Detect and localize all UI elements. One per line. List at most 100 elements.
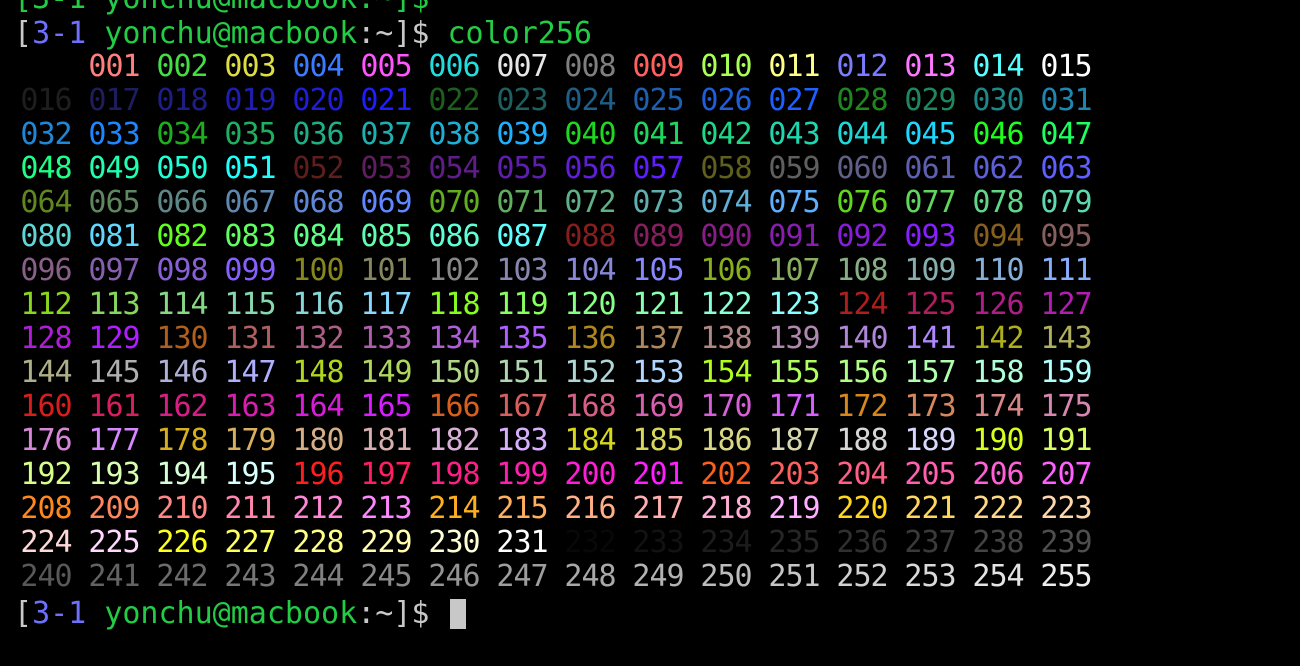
color-swatch-054: 054 (428, 151, 480, 186)
color-swatch-079: 079 (1040, 185, 1092, 220)
color-swatch-214: 214 (428, 491, 480, 526)
color-swatch-095: 095 (1040, 219, 1092, 254)
color-swatch-086: 086 (428, 219, 480, 254)
color-swatch-047: 047 (1040, 117, 1092, 152)
color-swatch-015: 015 (1040, 49, 1092, 84)
color-swatch-212: 212 (292, 491, 344, 526)
color-swatch-143: 143 (1040, 321, 1092, 356)
color-swatch-063: 063 (1040, 151, 1092, 186)
color-swatch-232: 232 (564, 525, 616, 560)
color-swatch-182: 182 (428, 423, 480, 458)
prompt-bracket-open: [ (14, 16, 33, 51)
color-swatch-165: 165 (360, 389, 412, 424)
color-swatch-153: 153 (632, 355, 684, 390)
color-swatch-022: 022 (428, 83, 480, 118)
color-swatch-066: 066 (156, 185, 208, 220)
color-swatch-236: 236 (836, 525, 888, 560)
color-swatch-096: 096 (20, 253, 72, 288)
color-swatch-231: 231 (496, 525, 548, 560)
color-swatch-244: 244 (292, 559, 344, 594)
color-swatch-196: 196 (292, 457, 344, 492)
color-swatch-204: 204 (836, 457, 888, 492)
color-swatch-139: 139 (768, 321, 820, 356)
color-swatch-246: 246 (428, 559, 480, 594)
color-swatch-082: 082 (156, 219, 208, 254)
color-swatch-124: 124 (836, 287, 888, 322)
prompt-session: 3-1 (32, 16, 87, 51)
prompt-path: ~ (375, 16, 394, 51)
color-swatch-072: 072 (564, 185, 616, 220)
color-swatch-040: 040 (564, 117, 616, 152)
color-swatch-251: 251 (768, 559, 820, 594)
color-swatch-018: 018 (156, 83, 208, 118)
color-swatch-201: 201 (632, 457, 684, 492)
color-swatch-006: 006 (428, 49, 480, 84)
color-swatch-189: 189 (904, 423, 956, 458)
color-swatch-051: 051 (224, 151, 276, 186)
color-swatch-134: 134 (428, 321, 480, 356)
color-swatch-172: 172 (836, 389, 888, 424)
color-swatch-042: 042 (700, 117, 752, 152)
color-swatch-197: 197 (360, 457, 412, 492)
color-swatch-151: 151 (496, 355, 548, 390)
color-swatch-103: 103 (496, 253, 548, 288)
prompt-dollar: $ (411, 16, 430, 51)
color-swatch-255: 255 (1040, 559, 1092, 594)
color-swatch-167: 167 (496, 389, 548, 424)
color-swatch-132: 132 (292, 321, 344, 356)
color-swatch-194: 194 (156, 457, 208, 492)
color-swatch-199: 199 (496, 457, 548, 492)
color-swatch-242: 242 (156, 559, 208, 594)
color-swatch-031: 031 (1040, 83, 1092, 118)
color-swatch-195: 195 (224, 457, 276, 492)
prompt-line-current[interactable]: [3-1 yonchu@macbook: ~] $ (14, 597, 466, 631)
color-swatch-138: 138 (700, 321, 752, 356)
color-swatch-001: 001 (88, 49, 140, 84)
color-swatch-109: 109 (904, 253, 956, 288)
color-swatch-200: 200 (564, 457, 616, 492)
terminal-window[interactable]: [3-1 yonchu@macbook:~]$ [3-1 yonchu@macb… (0, 0, 1300, 666)
color-swatch-055: 055 (496, 151, 548, 186)
color-swatch-026: 026 (700, 83, 752, 118)
color-swatch-148: 148 (292, 355, 344, 390)
color-swatch-059: 059 (768, 151, 820, 186)
color-swatch-169: 169 (632, 389, 684, 424)
color-swatch-017: 017 (88, 83, 140, 118)
color-swatch-118: 118 (428, 287, 480, 322)
color-swatch-174: 174 (972, 389, 1024, 424)
color-swatch-028: 028 (836, 83, 888, 118)
prompt-path: ~ (375, 596, 394, 631)
color-swatch-133: 133 (360, 321, 412, 356)
color-swatch-252: 252 (836, 559, 888, 594)
color-swatch-078: 078 (972, 185, 1024, 220)
color-swatch-046: 046 (972, 117, 1024, 152)
color-swatch-057: 057 (632, 151, 684, 186)
command-input[interactable] (429, 597, 447, 631)
color-swatch-184: 184 (564, 423, 616, 458)
color-swatch-030: 030 (972, 83, 1024, 118)
color-swatch-068: 068 (292, 185, 344, 220)
text-cursor (449, 599, 466, 629)
color-swatch-253: 253 (904, 559, 956, 594)
color-swatch-249: 249 (632, 559, 684, 594)
color-swatch-137: 137 (632, 321, 684, 356)
color-swatch-130: 130 (156, 321, 208, 356)
color-swatch-122: 122 (700, 287, 752, 322)
color-swatch-205: 205 (904, 457, 956, 492)
color-swatch-093: 093 (904, 219, 956, 254)
color-swatch-088: 088 (564, 219, 616, 254)
color-swatch-012: 012 (836, 49, 888, 84)
color-swatch-023: 023 (496, 83, 548, 118)
color-swatch-087: 087 (496, 219, 548, 254)
color-swatch-213: 213 (360, 491, 412, 526)
color-swatch-067: 067 (224, 185, 276, 220)
color-swatch-160: 160 (20, 389, 72, 424)
prompt-dollar: $ (411, 596, 430, 631)
color-swatch-076: 076 (836, 185, 888, 220)
color-swatch-206: 206 (972, 457, 1024, 492)
color-swatch-048: 048 (20, 151, 72, 186)
color-swatch-094: 094 (972, 219, 1024, 254)
color-swatch-207: 207 (1040, 457, 1092, 492)
color-swatch-119: 119 (496, 287, 548, 322)
color-swatch-064: 064 (20, 185, 72, 220)
